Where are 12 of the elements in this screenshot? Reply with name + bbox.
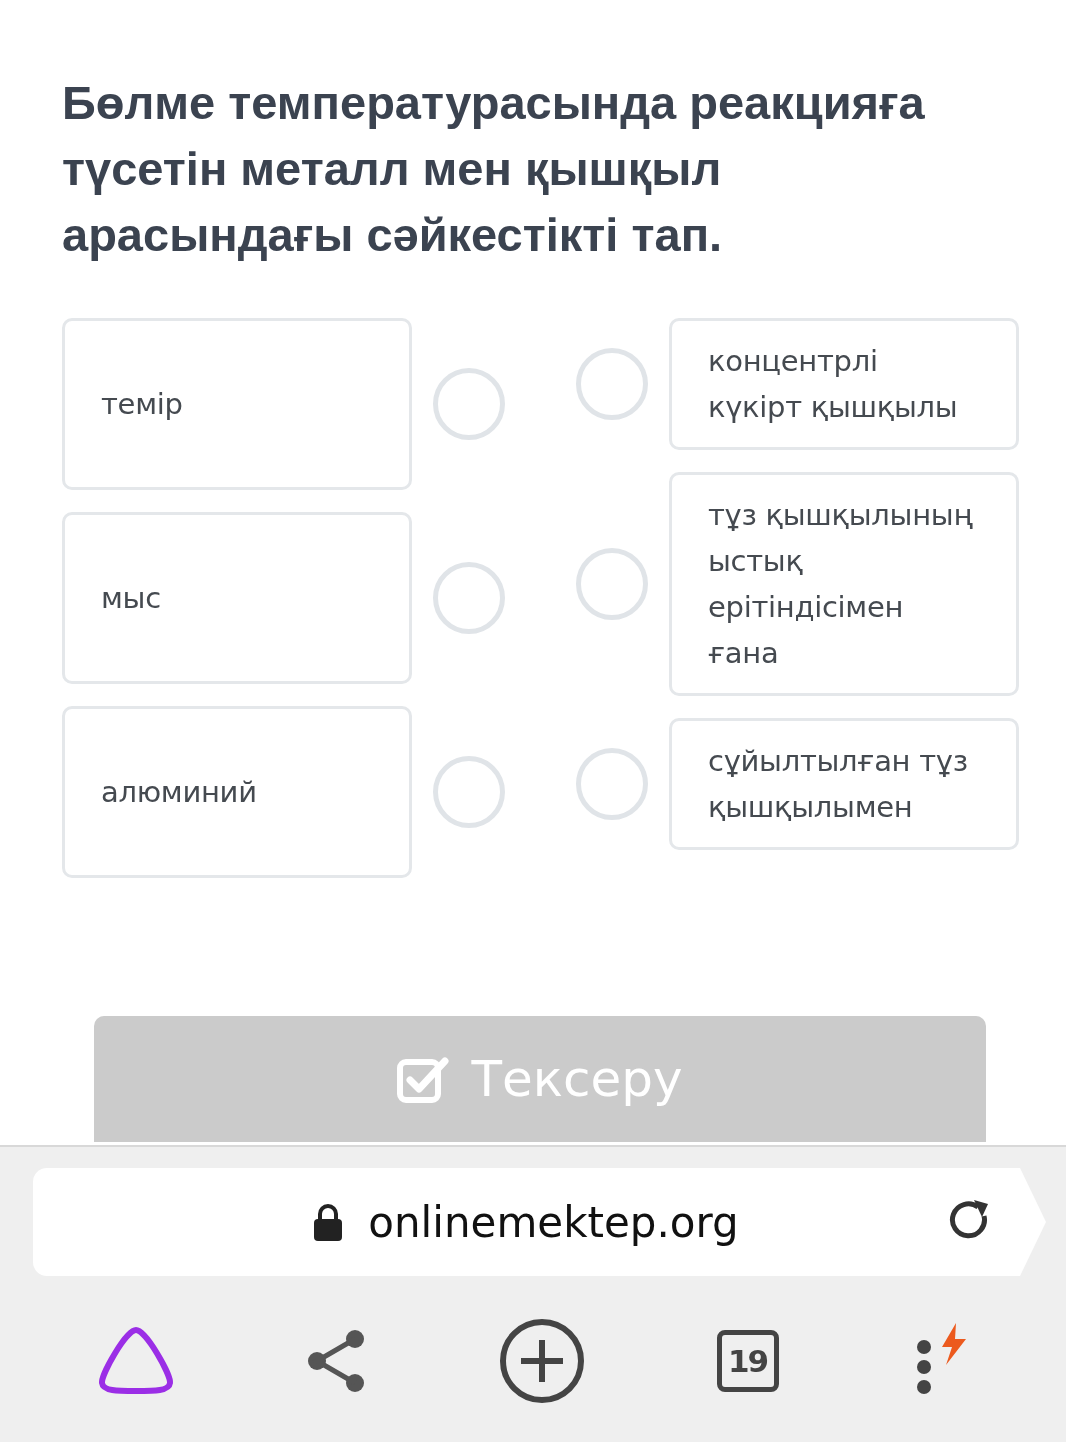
answer-card[interactable]: темір: [62, 318, 412, 490]
lock-icon: [314, 1203, 343, 1241]
url-text[interactable]: onlinemektep.org: [368, 1197, 739, 1247]
answer-card[interactable]: алюминий: [62, 706, 412, 878]
answer-card[interactable]: концентрлі күкірт қышқылы: [669, 318, 1019, 450]
answer-card[interactable]: мыс: [62, 512, 412, 684]
answer-card[interactable]: сұйылтылған тұз қышқылымен: [669, 718, 1019, 850]
question-text: Бөлме температурасында реакцияға түсетін металл мен қышқыл арасындағы сәйкестікті тап.: [62, 75, 926, 263]
answer-card[interactable]: тұз қышқылының ыстық ерітіндісімен ғана: [669, 472, 1019, 696]
tab-count-button[interactable]: 19: [716, 1330, 779, 1392]
checkbox-icon: [397, 1057, 449, 1103]
add-tab-icon[interactable]: [499, 1318, 585, 1404]
